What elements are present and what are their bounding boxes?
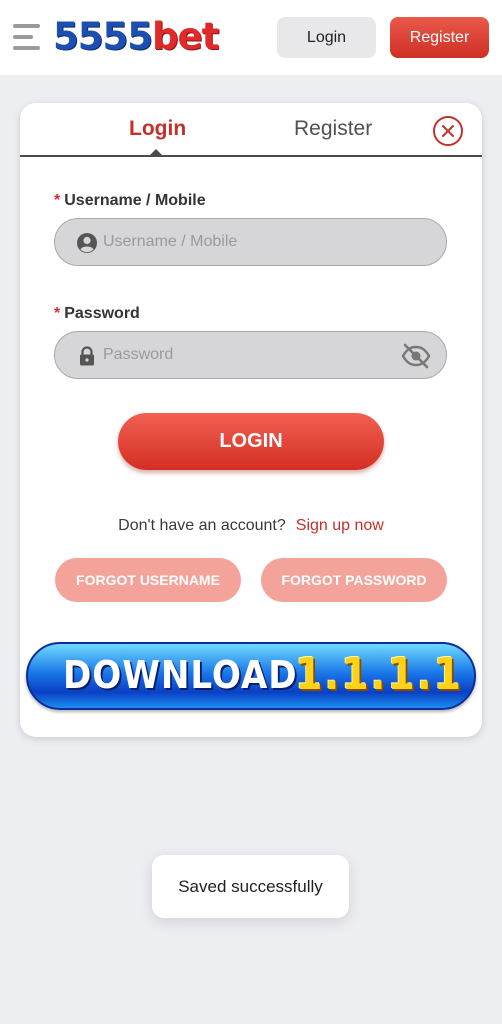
tab-bar: Login Register <box>20 103 482 157</box>
top-header: 5555 bet Login Register <box>0 0 502 75</box>
required-marker: * <box>54 192 61 209</box>
username-field[interactable] <box>54 218 447 266</box>
required-marker: * <box>54 305 61 322</box>
password-field[interactable] <box>54 331 447 379</box>
logo[interactable]: 5555 bet <box>53 14 219 60</box>
header-login-button[interactable]: Login <box>277 17 376 58</box>
header-register-button[interactable]: Register <box>390 17 489 58</box>
password-label: * Password <box>54 305 140 323</box>
login-dialog: Login Register *Username / Mobile *Passw… <box>20 103 482 737</box>
user-icon <box>77 233 97 253</box>
forgot-username-button[interactable]: FORGOT USERNAME <box>55 558 241 602</box>
logo-word: bet <box>151 15 219 58</box>
username-label-text: Username / Mobile <box>64 192 206 209</box>
password-label-text: Password <box>64 305 140 322</box>
signup-prompt-text: Don't have an account? <box>118 517 286 534</box>
forgot-password-button[interactable]: FORGOT PASSWORD <box>261 558 447 602</box>
eye-off-icon[interactable] <box>401 343 431 369</box>
signup-link[interactable]: Sign up now <box>296 517 384 534</box>
active-tab-indicator <box>149 149 163 156</box>
login-submit-button[interactable]: LOGIN <box>118 413 384 470</box>
lock-icon <box>80 346 94 366</box>
close-icon[interactable] <box>433 116 463 146</box>
download-banner-text: DOWNLOAD <box>63 653 298 697</box>
username-label: * Username / Mobile <box>54 192 206 210</box>
toast-notification: Saved successfully <box>152 855 349 918</box>
signup-prompt-row: Don't have an account? Sign up now <box>20 517 482 535</box>
password-input[interactable] <box>103 332 393 378</box>
download-banner-version: 1.1.1.1 <box>295 649 463 700</box>
download-app-banner[interactable]: DOWNLOAD 1.1.1.1 <box>26 642 476 710</box>
hamburger-menu-icon[interactable] <box>13 24 40 50</box>
logo-number: 5555 <box>53 15 153 58</box>
tab-login[interactable]: Login <box>129 117 186 141</box>
username-input[interactable] <box>103 219 393 265</box>
tab-register[interactable]: Register <box>294 117 372 141</box>
